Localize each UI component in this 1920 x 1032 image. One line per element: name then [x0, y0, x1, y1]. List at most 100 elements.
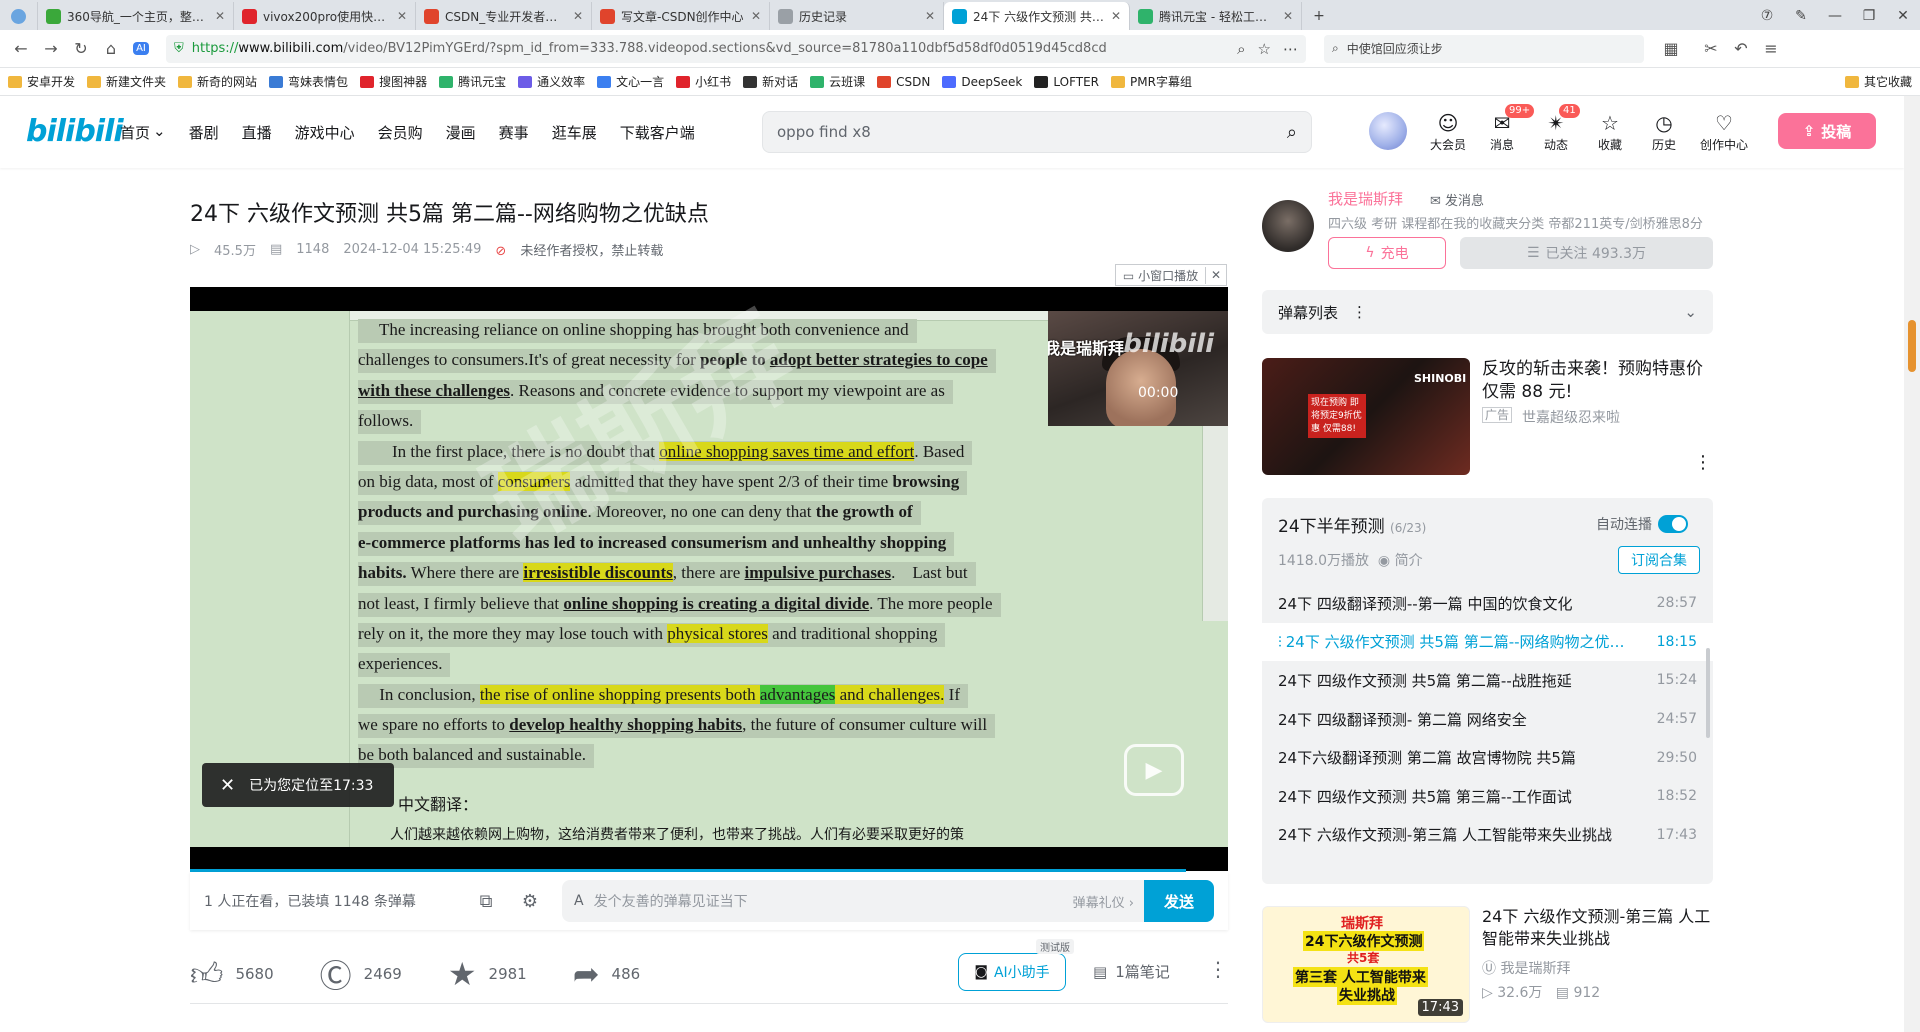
- browser-tab[interactable]: 写文章-CSDN创作中心 ✕: [592, 2, 770, 30]
- recommended-uploader[interactable]: Ⓤ 我是瑞斯拜: [1482, 958, 1570, 978]
- danmaku-list-panel[interactable]: 弹幕列表 ⋮ ⌄: [1262, 290, 1713, 334]
- uploader-avatar[interactable]: [1262, 200, 1314, 252]
- bookmark-item[interactable]: 文心一言: [597, 73, 664, 90]
- close-icon[interactable]: ✕: [573, 9, 583, 23]
- bookmark-item[interactable]: 通义效率: [518, 73, 585, 90]
- page-scrollbar[interactable]: [1904, 96, 1920, 1032]
- episode-item[interactable]: 24下 六级作文预测-第三篇 人工智能带来失业挑战 17:43: [1262, 816, 1713, 855]
- header-3-button[interactable]: ✴ 动态 41: [1531, 104, 1581, 153]
- close-icon[interactable]: ✕: [215, 9, 225, 23]
- toggle-switch[interactable]: [1658, 515, 1688, 533]
- ai-assistant-button[interactable]: ◙ AI小助手: [958, 953, 1066, 991]
- subscribe-collection-button[interactable]: 订阅合集: [1618, 546, 1700, 574]
- browser-tab[interactable]: vivox200pro使用快半个月三 ✕: [234, 2, 416, 30]
- nav-item[interactable]: 直播: [242, 122, 272, 143]
- minimize-button[interactable]: —: [1818, 2, 1852, 30]
- search-icon[interactable]: ⌕: [1287, 122, 1297, 143]
- close-icon[interactable]: ✕: [925, 9, 935, 23]
- notes-button[interactable]: ▤ 1篇笔记: [1093, 961, 1170, 982]
- reload-icon[interactable]: ↻: [66, 34, 96, 64]
- skin-icon[interactable]: ✎: [1784, 2, 1818, 30]
- nav-item[interactable]: 首页: [120, 122, 150, 143]
- bookmark-item[interactable]: 安卓开发: [8, 73, 75, 90]
- site-search-field[interactable]: oppo find x8 ⌕: [762, 111, 1312, 153]
- followed-button[interactable]: ☰ 已关注 493.3万: [1460, 237, 1713, 269]
- back-icon[interactable]: ←: [6, 34, 36, 64]
- bookmark-item[interactable]: 小红书: [676, 73, 731, 90]
- autoplay-toggle[interactable]: 自动连播: [1596, 514, 1688, 534]
- scissors-icon[interactable]: ✂: [1696, 34, 1726, 64]
- more-icon[interactable]: ⋯: [1283, 40, 1298, 58]
- episode-item[interactable]: 24下 四级作文预测 共5篇 第三篇--工作面试 18:52: [1262, 777, 1713, 816]
- charge-button[interactable]: ϟ 充电: [1328, 237, 1446, 269]
- search-icon[interactable]: ⌕: [1237, 40, 1245, 58]
- more-options-icon[interactable]: ⋮: [1694, 452, 1712, 473]
- uploader-name[interactable]: 我是瑞斯拜: [1328, 188, 1403, 209]
- nav-item[interactable]: 下载客户端: [620, 122, 695, 143]
- nav-item[interactable]: 赛事: [499, 122, 529, 143]
- star-icon[interactable]: ☆: [1258, 40, 1271, 58]
- danmaku-input[interactable]: A 发个友善的弹幕见证当下 弹幕礼仪 ›: [562, 880, 1144, 922]
- home-icon[interactable]: ⌂: [96, 34, 126, 64]
- recommended-thumbnail[interactable]: 瑞斯拜 24下六级作文预测 共5套 第三套 人工智能带来 失业挑战 17:43: [1262, 906, 1470, 1023]
- header-5-button[interactable]: ◷ 历史: [1639, 112, 1689, 153]
- bookmark-item[interactable]: 新对话: [743, 73, 798, 90]
- nav-item[interactable]: 会员购: [378, 122, 423, 143]
- play-icon[interactable]: ▶: [1124, 744, 1184, 796]
- header-4-button[interactable]: ☆ 收藏: [1585, 112, 1635, 153]
- episode-item[interactable]: 24下 四级作文预测 共5篇 第二篇--战胜拖延 15:24: [1262, 661, 1713, 700]
- browser-tab[interactable]: 24下 六级作文预测 共5篇 第 ✕: [944, 2, 1130, 30]
- bookmark-item[interactable]: 新建文件夹: [87, 73, 166, 90]
- bookmark-item[interactable]: 腾讯元宝: [439, 73, 506, 90]
- undo-icon[interactable]: ↶: [1726, 34, 1756, 64]
- ad-thumbnail[interactable]: 现在预购 即将预定9折优惠 仅需88! SHINOBI: [1262, 358, 1470, 475]
- close-icon[interactable]: ✕: [1206, 268, 1226, 282]
- tab-list-icon[interactable]: ⑦: [1750, 2, 1784, 30]
- mini-window-button[interactable]: ▭ 小窗口播放: [1116, 266, 1206, 284]
- close-icon[interactable]: ✕: [751, 9, 761, 23]
- bookmark-item[interactable]: DeepSeek: [942, 75, 1022, 89]
- nav-item[interactable]: 漫画: [446, 122, 476, 143]
- bookmark-item[interactable]: LOFTER: [1034, 75, 1099, 89]
- favorite-button[interactable]: ★ 2981: [448, 955, 527, 993]
- episode-item[interactable]: 24下 四级翻译预测- 第二篇 网络安全 24:57: [1262, 700, 1713, 739]
- browser-menu-icon[interactable]: [0, 2, 38, 30]
- share-button[interactable]: ➦ 486: [573, 955, 640, 993]
- bookmark-other[interactable]: 其它收藏: [1844, 73, 1912, 90]
- grid-icon[interactable]: ▦: [1656, 34, 1686, 64]
- episode-item[interactable]: ⫶ 24下 六级作文预测 共5篇 第二篇--网络购物之优缺点 18:15: [1262, 622, 1713, 662]
- header-1-button[interactable]: ☺ 大会员: [1423, 112, 1473, 153]
- danmaku-toggle-icon[interactable]: ⧉: [474, 891, 498, 912]
- browser-tab[interactable]: 腾讯元宝 - 轻松工作 多点生活 ✕: [1130, 2, 1302, 30]
- browser-tab[interactable]: 历史记录 ✕: [770, 2, 944, 30]
- nav-item[interactable]: 游戏中心: [295, 122, 355, 143]
- scrollbar-thumb[interactable]: [1908, 320, 1916, 372]
- header-6-button[interactable]: ♡ 创作中心: [1699, 112, 1749, 153]
- font-style-icon[interactable]: A: [574, 893, 584, 909]
- restore-button[interactable]: ❐: [1852, 2, 1886, 30]
- danmaku-settings-icon[interactable]: ⚙: [518, 891, 542, 912]
- close-icon[interactable]: ✕: [220, 775, 235, 796]
- coin-button[interactable]: Ⓒ 2469: [320, 951, 402, 997]
- url-field[interactable]: ⛨ https:// www.bilibili.com /video/BV12P…: [166, 34, 1306, 63]
- close-icon[interactable]: ✕: [1283, 9, 1293, 23]
- close-icon[interactable]: ✕: [397, 9, 407, 23]
- bookmark-item[interactable]: 搜图神器: [360, 73, 427, 90]
- new-tab-button[interactable]: +: [1302, 2, 1336, 30]
- ai-icon[interactable]: AI: [126, 34, 156, 64]
- bookmark-item[interactable]: CSDN: [877, 75, 930, 89]
- user-avatar[interactable]: [1369, 112, 1407, 150]
- send-message-link[interactable]: ✉ 发消息: [1430, 190, 1484, 209]
- browser-tab[interactable]: CSDN_专业开发者社区_已接 ✕: [416, 2, 592, 30]
- ad-title[interactable]: 反攻的斩击来袭！预购特惠价仅需 88 元!: [1482, 358, 1714, 404]
- collection-intro-link[interactable]: 简介: [1395, 553, 1423, 569]
- upload-button[interactable]: ⇪ 投稿: [1778, 113, 1876, 149]
- episode-item[interactable]: 24下六级翻译预测 第二篇 故宫博物院 共5篇 29:50: [1262, 738, 1713, 777]
- bookmark-item[interactable]: 新奇的网站: [178, 73, 257, 90]
- browser-tab[interactable]: 360导航_一个主页，整个世界 ✕: [38, 2, 234, 30]
- like-button[interactable]: 👍︎ 5680: [190, 955, 274, 994]
- collection-scrollbar[interactable]: [1706, 648, 1710, 738]
- collection-title[interactable]: 24下半年预测 (6/23): [1278, 512, 1426, 537]
- episode-item[interactable]: 24下 四级翻译预测--第一篇 中国的饮食文化 28:57: [1262, 584, 1713, 623]
- nav-item[interactable]: 逛车展: [552, 122, 597, 143]
